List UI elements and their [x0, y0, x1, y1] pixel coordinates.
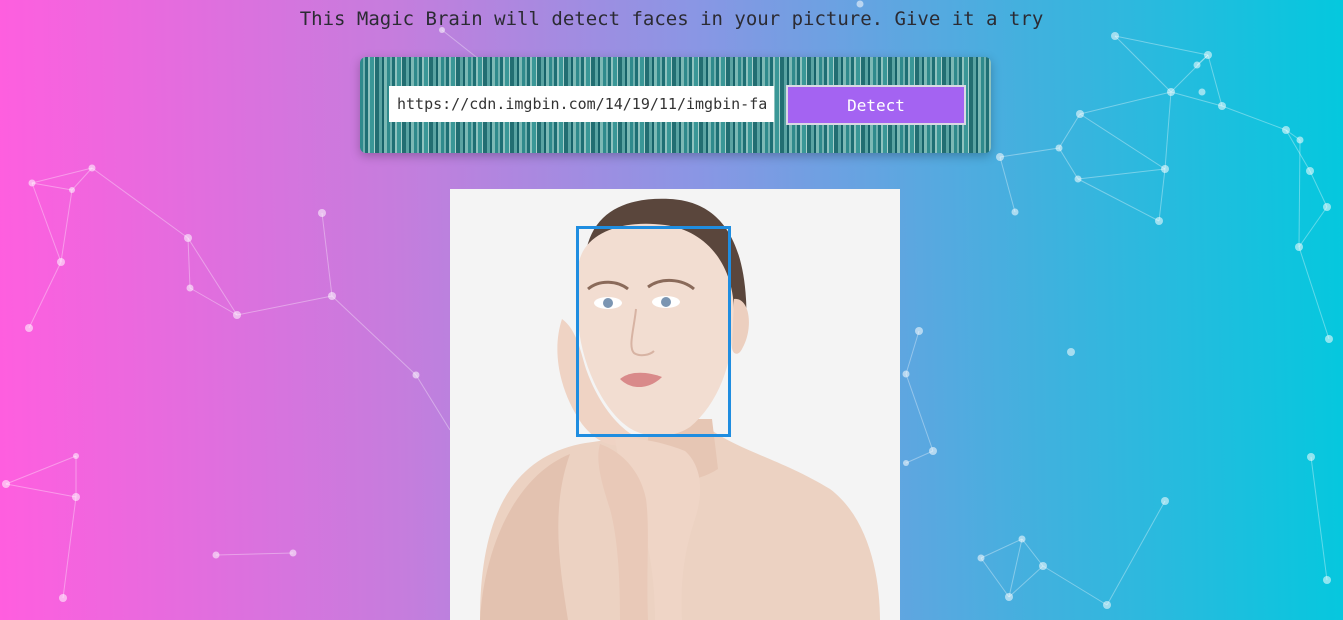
- url-form-panel: Detect: [360, 57, 991, 153]
- face-image-container: [450, 189, 900, 620]
- app-tagline: This Magic Brain will detect faces in yo…: [299, 8, 1044, 30]
- face-bounding-box: [576, 226, 731, 437]
- detect-button[interactable]: Detect: [786, 85, 966, 125]
- image-url-input[interactable]: [389, 86, 774, 122]
